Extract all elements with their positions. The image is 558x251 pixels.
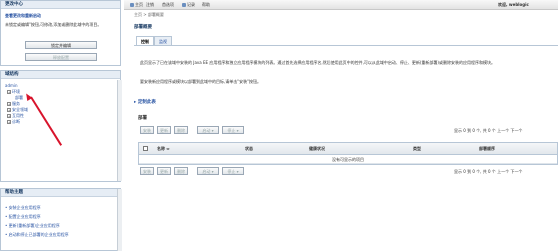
expand-icon[interactable]: +: [7, 90, 11, 94]
table-header: 名称 ⇔ 状态 健康状况 类型 部署顺序: [139, 143, 557, 155]
install-hint: 要安装新应用程序或模块以部署到此域中的目标,请单击"安装"按钮。: [140, 79, 261, 84]
expand-icon[interactable]: +: [7, 102, 11, 106]
change-center-panel: 更改中心 查看更改和重新启动 未锁定或编辑"按钮,可修改,添加或删除此域中的项目…: [0, 0, 121, 66]
deployments-title: 部署: [138, 116, 147, 121]
tree-item-diagnostics[interactable]: +诊断: [7, 119, 20, 125]
change-center-description: 未锁定或编辑"按钮,可修改,添加或删除此域中的项目。: [5, 22, 102, 27]
delete-button-bottom[interactable]: 删除: [174, 167, 188, 175]
record-icon: [182, 3, 186, 7]
update-button[interactable]: 更新: [157, 126, 171, 134]
page-description: 此页显示了已在该域中安装的 Java EE 应用程序和独立应用程序模块的列表。通…: [140, 60, 495, 65]
install-button-bottom[interactable]: 安装: [140, 167, 154, 175]
install-button[interactable]: 安装: [140, 126, 154, 134]
help-topic-start-stop[interactable]: • 启动和停止已部署的企业应用程序: [5, 232, 69, 238]
help-topic-configure[interactable]: • 配置企业应用程序: [5, 214, 41, 220]
change-center-title: 更改中心: [1, 1, 120, 9]
column-state[interactable]: 状态: [245, 146, 253, 152]
logout-link[interactable]: 注销: [146, 2, 154, 8]
stop-button[interactable]: 停止 ▾: [222, 126, 244, 134]
pager-bottom[interactable]: 显示 0 到 0 个, 共 0 个 上一个 下一个: [454, 169, 522, 175]
lock-edit-button[interactable]: 锁定并编辑: [25, 41, 97, 49]
top-toolbar: 主页 注销 首选项 记录 帮助 欢迎, weblogic: [124, 0, 558, 10]
column-type[interactable]: 类型: [413, 146, 421, 152]
column-deployment-order[interactable]: 部署顺序: [479, 146, 495, 152]
deployments-table: 名称 ⇔ 状态 健康状况 类型 部署顺序 没有可显示的项目: [138, 142, 558, 165]
domain-root-admin[interactable]: admin: [5, 83, 18, 88]
tab-monitoring[interactable]: 监视: [154, 36, 172, 45]
preferences-link[interactable]: 首选项: [162, 2, 174, 8]
home-icon: [130, 3, 134, 7]
help-topic-update[interactable]: • 更新(重新部署)企业应用程序: [5, 223, 60, 229]
update-button-bottom[interactable]: 更新: [157, 167, 171, 175]
view-changes-link[interactable]: 查看更改和重新启动: [5, 13, 41, 19]
home-link[interactable]: 主页: [130, 2, 143, 8]
delete-button[interactable]: 删除: [174, 126, 188, 134]
expand-icon[interactable]: +: [7, 108, 11, 112]
page-title: 部署概要: [134, 25, 152, 30]
domain-structure-title: 域结构: [1, 71, 120, 79]
welcome-text: 欢迎, weblogic: [498, 2, 529, 7]
customize-table-link[interactable]: ▸ 定制此表: [134, 99, 156, 105]
help-topics-panel: 帮助主题 • 安装企业应用程序 • 配置企业应用程序 • 更新(重新部署)企业应…: [0, 188, 122, 251]
empty-message: 没有可显示的项目: [332, 157, 364, 162]
domain-tree-scrollbar[interactable]: [117, 80, 122, 181]
help-link[interactable]: 帮助: [202, 2, 210, 8]
release-config-button[interactable]: 释放配置: [25, 53, 97, 61]
breadcrumb[interactable]: 主页 > 部署概要: [134, 12, 164, 18]
record-link[interactable]: 记录: [182, 2, 195, 8]
pager-top[interactable]: 显示 0 到 0 个, 共 0 个 上一个 下一个: [454, 128, 522, 134]
domain-structure-panel: 域结构 admin +环境 部署 +服务 +安全领域 +互用性 +诊断: [0, 70, 122, 182]
start-button-bottom[interactable]: 启动 ▾: [197, 167, 219, 175]
help-topics-title: 帮助主题: [1, 189, 120, 197]
help-scrollbar[interactable]: [117, 189, 122, 251]
expand-icon[interactable]: +: [7, 114, 11, 118]
help-topic-install[interactable]: • 安装企业应用程序: [5, 205, 41, 211]
start-button[interactable]: 启动 ▾: [197, 126, 219, 134]
expand-icon[interactable]: +: [7, 120, 11, 124]
table-empty-row: 没有可显示的项目: [139, 155, 557, 164]
column-name[interactable]: 名称 ⇔: [157, 146, 170, 152]
stop-button-bottom[interactable]: 停止 ▾: [222, 167, 244, 175]
select-all-checkbox[interactable]: [143, 146, 148, 151]
column-health[interactable]: 健康状况: [309, 146, 325, 152]
tab-control[interactable]: 控制: [136, 36, 154, 45]
